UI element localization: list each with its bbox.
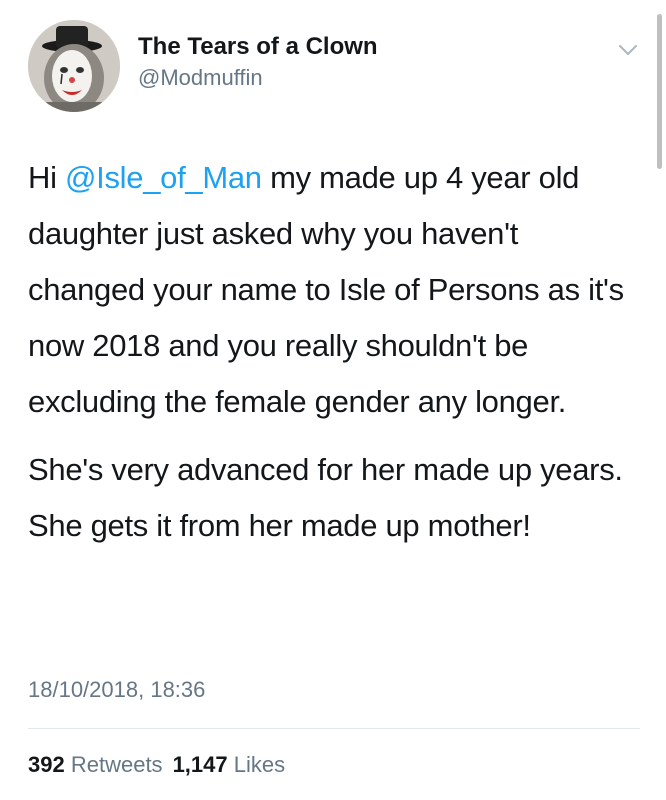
tweet-text-prefix: Hi [28,160,65,195]
tweet-text-rest: my made up 4 year old daughter just aske… [28,160,624,419]
retweets-stat[interactable]: 392 Retweets [28,752,163,777]
tweet-timestamp[interactable]: 18/10/2018, 18:36 [28,675,205,705]
author-avatar[interactable] [28,20,120,112]
author-display-name[interactable]: The Tears of a Clown [138,32,378,62]
tweet-paragraph-2: She's very advanced for her made up year… [28,452,623,543]
tweet-stats: 392 Retweets 1,147 Likes [28,750,285,780]
scrollbar-thumb[interactable] [657,14,662,169]
tweet-card: The Tears of a Clown @Modmuffin Hi @Isle… [0,0,666,800]
divider [28,728,640,729]
likes-label: Likes [233,752,286,777]
retweets-count: 392 [28,752,65,777]
clown-face-avatar-icon [28,20,120,112]
author-handle[interactable]: @Modmuffin [138,64,378,92]
tweet-text: Hi @Isle_of_Man my made up 4 year old da… [28,150,638,554]
mention-link[interactable]: @Isle_of_Man [65,160,262,195]
tweet-header: The Tears of a Clown @Modmuffin [138,32,378,92]
retweets-label: Retweets [70,752,163,777]
tweet-paragraph-1: Hi @Isle_of_Man my made up 4 year old da… [28,150,638,430]
chevron-down-icon[interactable] [616,38,640,62]
likes-stat[interactable]: 1,147 Likes [173,752,286,777]
likes-count: 1,147 [172,752,228,777]
